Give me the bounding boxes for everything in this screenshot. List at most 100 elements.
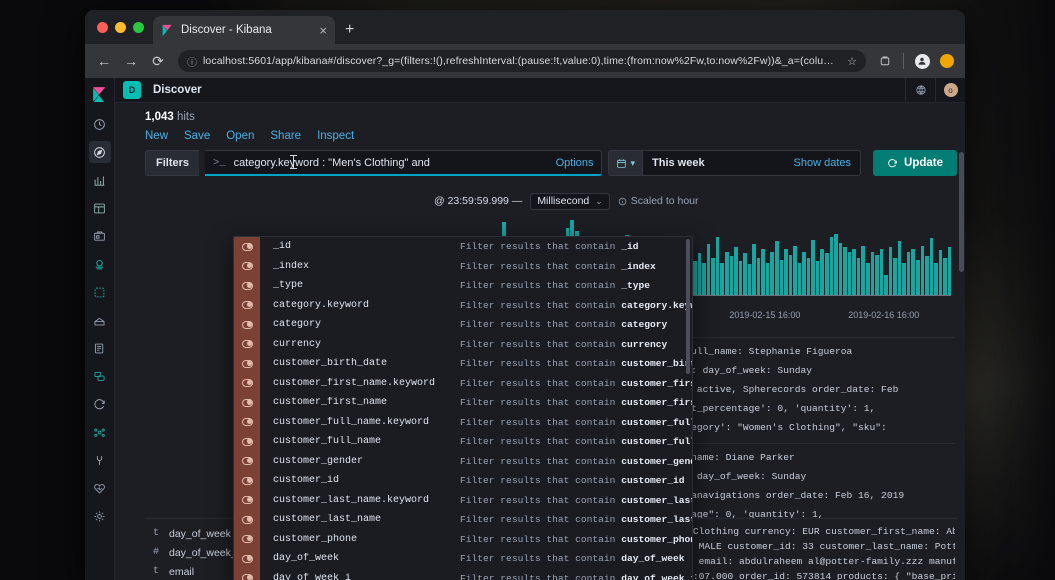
- suggestion-item[interactable]: _id Filter results that contain _id: [234, 237, 692, 257]
- show-dates-link[interactable]: Show dates: [794, 157, 851, 169]
- suggestion-item[interactable]: customer_last_name.keyword Filter results…: [234, 490, 692, 510]
- filters-button[interactable]: Filters: [145, 150, 200, 176]
- topnav-new[interactable]: New: [145, 130, 168, 142]
- field-name: day_of_week: [169, 527, 231, 540]
- suggestion-description: Filter results that contain customer_fir…: [460, 397, 692, 409]
- minimize-window-button[interactable]: [115, 22, 126, 33]
- site-info-icon[interactable]: ⓘ: [187, 54, 197, 69]
- profile-avatar-icon[interactable]: [912, 51, 932, 71]
- histogram-bar: [938, 250, 943, 296]
- maximize-window-button[interactable]: [133, 22, 144, 33]
- bookmark-star-icon[interactable]: ☆: [847, 55, 857, 68]
- histogram-bar: [788, 254, 793, 296]
- histogram-bar: [711, 258, 715, 296]
- field-toggle-icon: [241, 418, 253, 427]
- sidebar-item-canvas[interactable]: [89, 225, 111, 247]
- sidebar-item-management[interactable]: [89, 505, 111, 527]
- sidebar-item-logs[interactable]: [89, 337, 111, 359]
- histogram-bar: [715, 236, 720, 296]
- topnav-inspect[interactable]: Inspect: [317, 130, 354, 142]
- suggestion-description: Filter results that contain day_of_week_…: [460, 572, 692, 580]
- sidebar-item-apm[interactable]: [89, 365, 111, 387]
- page-scrollbar[interactable]: [958, 146, 965, 580]
- refresh-icon: [888, 158, 897, 167]
- suggestion-item[interactable]: customer_last_name Filter results that co…: [234, 510, 692, 530]
- suggestion-item[interactable]: customer_gender Filter results that conta…: [234, 451, 692, 471]
- field-name: email: [169, 565, 195, 578]
- topnav-open[interactable]: Open: [226, 130, 254, 142]
- sidebar-item-maps[interactable]: [89, 253, 111, 275]
- field-type-icon-cell: [234, 373, 260, 393]
- histogram-bar: [893, 258, 897, 296]
- sidebar-item-siem[interactable]: [89, 421, 111, 443]
- histogram-bar: [829, 236, 834, 296]
- update-button[interactable]: Update: [873, 150, 957, 176]
- suggestion-item[interactable]: _type Filter results that contain _type: [234, 276, 692, 296]
- extensions-icon[interactable]: [875, 51, 895, 71]
- suggestion-item[interactable]: customer_id Filter results that contain c…: [234, 471, 692, 491]
- suggestion-item[interactable]: customer_first_name.keyword Filter result…: [234, 373, 692, 393]
- chart-tick-label: 2019-02-16 16:00: [848, 310, 920, 320]
- browser-update-icon[interactable]: [937, 51, 957, 71]
- sidebar-item-machine-learning[interactable]: [89, 281, 111, 303]
- field-toggle-icon: [241, 398, 253, 407]
- sidebar-item-recently-viewed[interactable]: [89, 113, 111, 135]
- user-avatar[interactable]: o: [935, 78, 965, 102]
- suggestion-item[interactable]: customer_birth_date Filter results that c…: [234, 354, 692, 374]
- sidebar-item-dev-tools[interactable]: [89, 449, 111, 471]
- topnav-save[interactable]: Save: [184, 130, 210, 142]
- back-button[interactable]: ←: [93, 50, 115, 72]
- field-toggle-icon: [241, 496, 253, 505]
- suggestion-description: Filter results that contain customer_las…: [460, 494, 692, 506]
- sidebar-item-uptime[interactable]: [89, 393, 111, 415]
- suggestion-item[interactable]: customer_first_name Filter results that c…: [234, 393, 692, 413]
- suggestion-description: Filter results that contain customer_fir…: [460, 377, 692, 389]
- histogram-bar: [861, 245, 865, 296]
- chart-header: @ 23:59:59.999 — Millisecond ⌄ Scaled to…: [434, 192, 955, 210]
- histogram-bar: [884, 274, 888, 296]
- page-scrollbar-thumb[interactable]: [959, 152, 964, 272]
- close-window-button[interactable]: [97, 22, 108, 33]
- address-bar[interactable]: ⓘ localhost:5601/app/kibana#/discover?_g…: [178, 50, 866, 72]
- topnav-share[interactable]: Share: [270, 130, 301, 142]
- sidebar-item-visualize[interactable]: [89, 169, 111, 191]
- date-range-field[interactable]: This week Show dates: [643, 150, 862, 176]
- field-name: day_of_week_i: [169, 546, 240, 559]
- sidebar-item-dashboard[interactable]: [89, 197, 111, 219]
- sidebar-item-monitoring[interactable]: [89, 477, 111, 499]
- popover-scrollbar[interactable]: [686, 239, 690, 374]
- update-button-label: Update: [904, 157, 943, 169]
- query-input[interactable]: >_ category.keyword : "Men's Clothing" a…: [205, 150, 603, 176]
- date-quick-select-button[interactable]: ▾: [608, 150, 644, 176]
- sidebar-item-discover[interactable]: [88, 141, 111, 163]
- suggestion-item[interactable]: customer_full_name.keyword Filter results…: [234, 412, 692, 432]
- histogram-bar: [747, 264, 752, 296]
- browser-tab[interactable]: Discover - Kibana ×: [153, 16, 335, 44]
- suggestion-item[interactable]: category.keyword Filter results that cont…: [234, 295, 692, 315]
- window-traffic-lights[interactable]: [93, 22, 153, 44]
- histogram-bar: [865, 262, 870, 296]
- suggestion-item[interactable]: customer_phone Filter results that contai…: [234, 529, 692, 549]
- suggestion-item[interactable]: category Filter results that contain cate…: [234, 315, 692, 335]
- forward-button[interactable]: →: [120, 50, 142, 72]
- browser-toolbar: ← → ⟳ ⓘ localhost:5601/app/kibana#/disco…: [85, 44, 965, 78]
- suggestion-item[interactable]: currency Filter results that contain curr…: [234, 334, 692, 354]
- help-icon[interactable]: [905, 78, 935, 102]
- sidebar-item-infrastructure[interactable]: [89, 309, 111, 331]
- suggestion-item[interactable]: day_of_week_i Filter results that contain…: [234, 568, 692, 580]
- histogram-bar: [734, 247, 738, 296]
- suggestion-item[interactable]: day_of_week Filter results that contain d…: [234, 549, 692, 569]
- field-type-icon-cell: [234, 412, 260, 432]
- suggestion-item[interactable]: _index Filter results that contain _index: [234, 256, 692, 276]
- suggestion-item[interactable]: customer_full_name Filter results that co…: [234, 432, 692, 452]
- histogram-bar: [911, 248, 915, 296]
- kibana-favicon-icon: [161, 24, 174, 37]
- kibana-logo-icon[interactable]: [85, 82, 115, 106]
- new-tab-button[interactable]: +: [345, 22, 354, 38]
- reload-button[interactable]: ⟳: [147, 50, 169, 72]
- close-tab-button[interactable]: ×: [319, 24, 327, 37]
- suggestion-name: day_of_week_i: [273, 572, 352, 580]
- chevron-down-icon: ⌄: [595, 195, 603, 206]
- query-options-link[interactable]: Options: [556, 157, 594, 169]
- interval-select[interactable]: Millisecond ⌄: [530, 192, 610, 210]
